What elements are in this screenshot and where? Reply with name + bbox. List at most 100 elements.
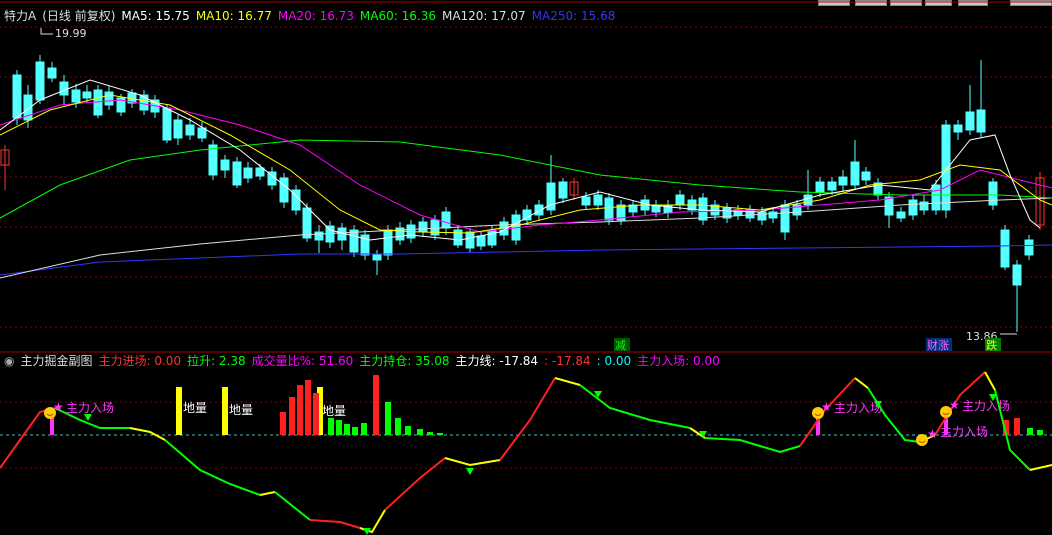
- star-icon: ★: [949, 398, 960, 412]
- kline-chart[interactable]: 19.9913.86减 财涨 跌地量 地量 地量主力入场 主力入场 主力入场主力入场 ★ ★ ★…: [0, 0, 1052, 535]
- volume-ratio-bar: [405, 426, 411, 435]
- grid-lines: [0, 1, 1052, 469]
- volume-ratio-bar: [1014, 418, 1020, 435]
- sub-chart-header: ◉ 主力掘金副图 主力进场: 0.00 拉升: 2.38 成交量比%: 51.60 主力持…: [4, 353, 726, 369]
- main-force-line: [704, 437, 801, 454]
- main-force-line: [259, 491, 276, 496]
- volume-ratio-bar: [395, 418, 401, 435]
- volume-ratio-bar: [305, 380, 311, 435]
- volume-ratio-bar: [289, 397, 295, 435]
- candle-body: [534, 204, 544, 216]
- indicator-main-entry: 主力入场: 0.00: [637, 354, 720, 368]
- candle-body: [953, 124, 963, 133]
- low-volume-label: 地量: [229, 403, 253, 417]
- candle-body: [1012, 264, 1022, 286]
- candle-body: [314, 231, 324, 241]
- candle-body: [976, 109, 986, 133]
- low-volume-label: 地量: [183, 401, 207, 415]
- volume-ratio-bar: [344, 424, 350, 435]
- main-entry-label: 主力入场: [834, 401, 882, 415]
- candle-body: [803, 194, 813, 206]
- candle-body: [349, 229, 359, 253]
- candle-body: [604, 197, 614, 221]
- candle-body: [815, 181, 825, 193]
- candle-body: [487, 229, 497, 246]
- indicator-value-3: : 0.00: [596, 354, 632, 368]
- star-icon: ★: [927, 427, 938, 441]
- candle-body: [441, 211, 451, 229]
- high-marker: [40, 28, 53, 35]
- candle-body: [965, 111, 975, 131]
- main-force-line: [384, 457, 446, 511]
- signal-jian: 减: [615, 339, 626, 352]
- volume-ratio-bar: [313, 393, 319, 435]
- candle-body: [208, 144, 218, 176]
- candle-body: [255, 167, 265, 177]
- volume-ratio-bar: [385, 402, 391, 435]
- main-force-line: [129, 427, 166, 441]
- low-volume-label: 地量: [322, 404, 346, 418]
- low-volume-bar: [222, 387, 228, 435]
- candle-body: [558, 181, 568, 199]
- volume-ratio-bar: [427, 432, 433, 435]
- candle-body: [185, 124, 195, 136]
- main-entry-label: 主力入场: [66, 401, 114, 415]
- indicator-name[interactable]: 主力掘金副图: [20, 354, 92, 368]
- signal-caizhang: 财涨: [927, 338, 949, 352]
- candle-body: [220, 159, 230, 171]
- candle-body: [827, 181, 837, 191]
- candle-body: [302, 207, 312, 239]
- candle-body: [908, 199, 918, 216]
- volume-ratio-bar: [437, 433, 443, 435]
- volume-ratio-bar: [361, 423, 367, 435]
- candle-body: [757, 211, 767, 221]
- candle-body: [1024, 239, 1034, 256]
- main-force-line: [867, 387, 921, 443]
- ma60-line: [0, 139, 1052, 219]
- candle-body: [768, 211, 778, 219]
- candle-body: [675, 194, 685, 206]
- ma5-value: MA5: 15.75: [121, 9, 190, 23]
- indicator-panel: ★ ★ ★ ★: [0, 371, 1052, 535]
- volume-ratio-bar: [352, 427, 358, 435]
- candle-body: [82, 91, 92, 99]
- main-force-line: [309, 519, 361, 529]
- candle-body: [1000, 229, 1010, 268]
- candle-body: [476, 235, 486, 247]
- candle-body: [162, 107, 172, 141]
- candle-body: [197, 127, 207, 139]
- volume-ratio-bar: [297, 385, 303, 435]
- volume-ratio-bar: [1037, 430, 1043, 435]
- candle-body: [593, 194, 603, 206]
- collapse-icon[interactable]: ◉: [4, 354, 14, 368]
- indicator-entry: 主力进场: 0.00: [98, 354, 182, 368]
- ma120-value: MA120: 17.07: [441, 9, 526, 23]
- ma250-value: MA250: 15.68: [531, 9, 616, 23]
- star-icon: ★: [53, 400, 64, 414]
- price-annotations: 19.9913.86减 财涨 跌地量 地量 地量主力入场 主力入场 主力入场主力入场: [40, 27, 1017, 439]
- candle-body: [698, 197, 708, 221]
- high-price-label: 19.99: [55, 27, 87, 40]
- candle-body: [372, 254, 382, 261]
- candle-body: [104, 91, 114, 106]
- candle-body: [47, 67, 57, 79]
- volume-ratio-bar: [373, 375, 379, 435]
- candlesticks: [0, 55, 1045, 332]
- candle-body: [896, 211, 906, 219]
- ma250-line: [0, 244, 1052, 276]
- indicator-value-2: : -17.84: [544, 354, 591, 368]
- candle-body: [581, 196, 591, 206]
- down-arrow-icon: [84, 414, 92, 421]
- candle-body: [418, 221, 428, 233]
- candle-body: [941, 124, 951, 211]
- ma60-value: MA60: 16.36: [359, 9, 436, 23]
- candle-body: [279, 177, 289, 203]
- candle-body: [173, 119, 183, 139]
- star-icon: ★: [821, 400, 832, 414]
- volume-ratio-bar: [280, 412, 286, 435]
- main-force-line: [444, 457, 501, 467]
- candle-body: [850, 161, 860, 186]
- candle-body: [988, 181, 998, 206]
- candle-body: [931, 184, 941, 211]
- candle-body: [71, 89, 81, 103]
